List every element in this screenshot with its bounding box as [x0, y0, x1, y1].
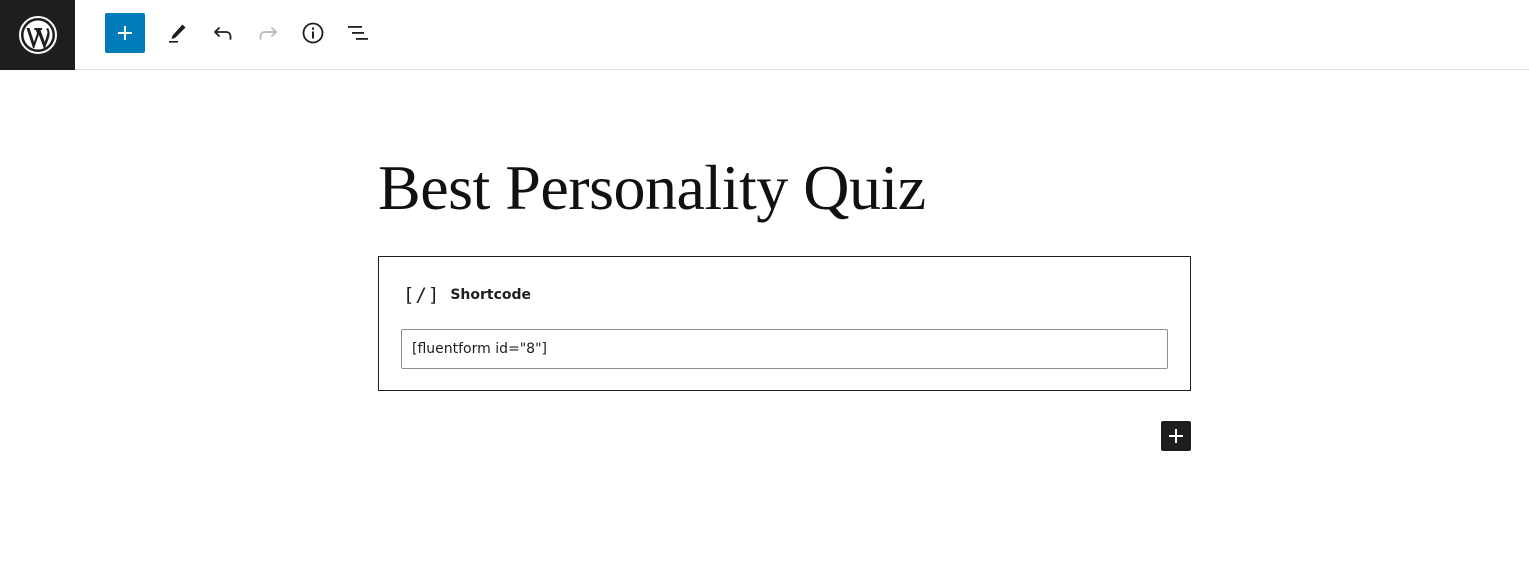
editor-top-toolbar: [0, 0, 1529, 70]
wordpress-logo-icon: [18, 16, 57, 54]
block-label: Shortcode: [450, 287, 532, 303]
pencil-icon: [169, 24, 186, 43]
shortcode-input[interactable]: [401, 329, 1168, 369]
plus-icon: [1169, 429, 1183, 443]
add-block-button[interactable]: [1161, 421, 1191, 451]
list-view-icon: [348, 26, 368, 40]
shortcode-icon: [/]: [403, 284, 441, 306]
plus-icon: [118, 26, 132, 40]
redo-icon: [259, 27, 277, 40]
undo-icon: [214, 27, 232, 40]
shortcode-block[interactable]: [/] Shortcode: [378, 256, 1191, 391]
details-button[interactable]: [293, 13, 333, 53]
block-inserter-button[interactable]: [105, 13, 145, 53]
undo-button[interactable]: [203, 13, 243, 53]
post-title[interactable]: Best Personality Quiz: [378, 148, 926, 228]
redo-button[interactable]: [248, 13, 288, 53]
tools-edit-button[interactable]: [157, 13, 197, 53]
block-label-row: [/] Shortcode: [403, 283, 531, 307]
info-icon: [302, 22, 324, 44]
wordpress-logo-button[interactable]: [0, 0, 75, 70]
list-view-button[interactable]: [338, 13, 378, 53]
